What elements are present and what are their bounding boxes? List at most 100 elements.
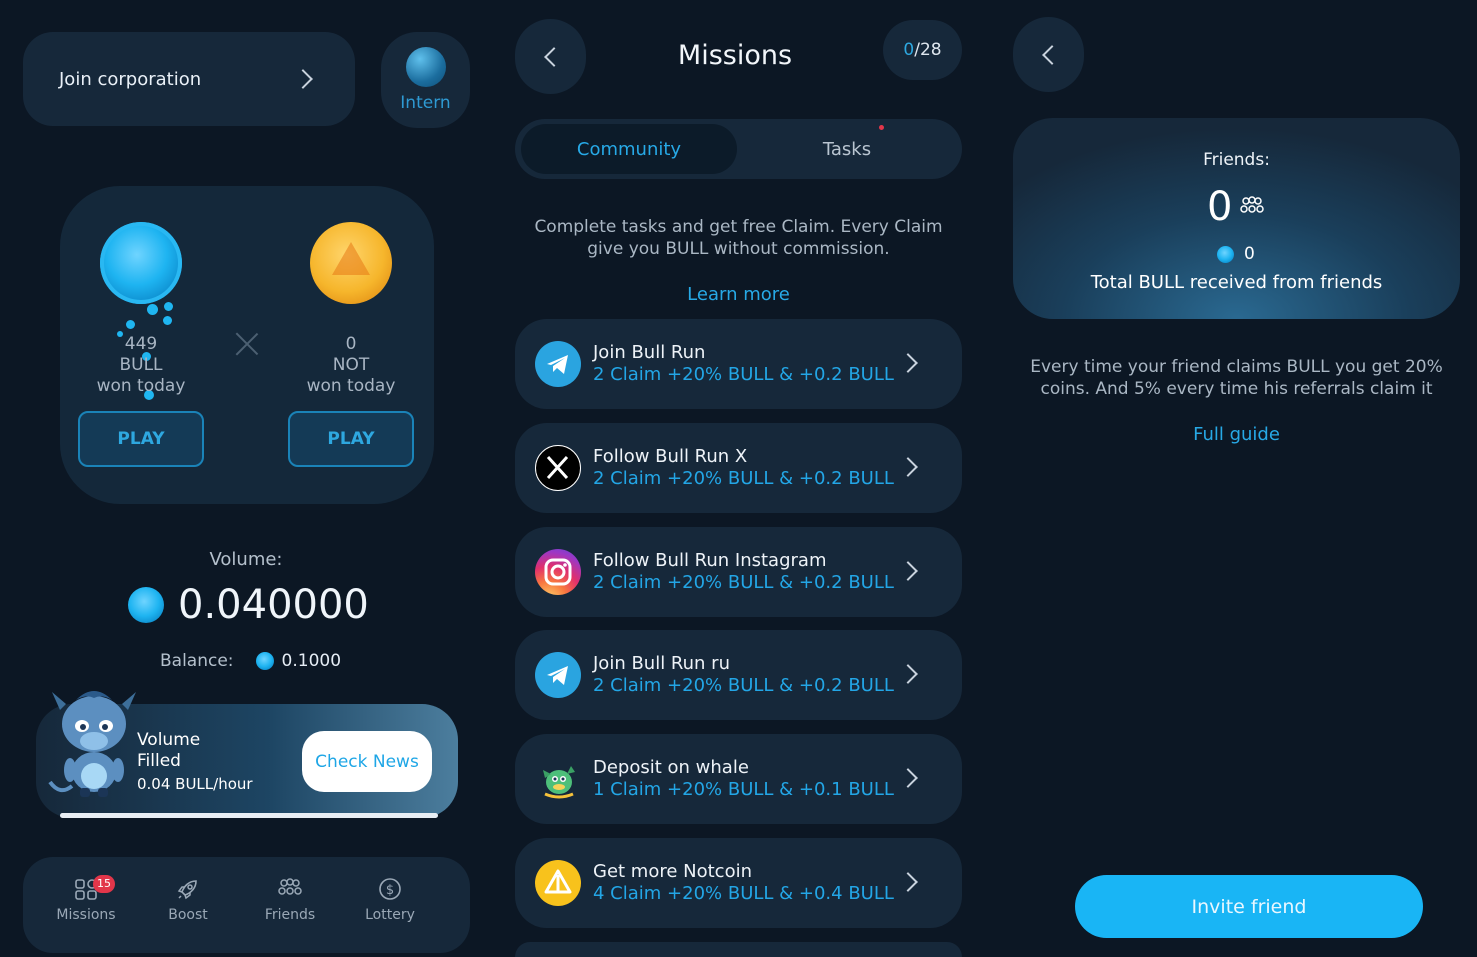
chevron-right-icon: [898, 664, 918, 684]
notcoin-coin-icon: [310, 222, 392, 304]
referral-description: Every time your friend claims BULL you g…: [1030, 357, 1443, 399]
news-card: Volume Filled 0.04 BULL/hour Check News: [36, 691, 458, 818]
friends-label: Friends:: [1203, 150, 1270, 170]
chevron-left-icon: [544, 47, 564, 67]
chevron-right-icon: [898, 872, 918, 892]
bull-coin-icon: [100, 222, 182, 304]
bubble-decoration: [147, 304, 158, 315]
balance-row: Balance: 0.1000: [160, 651, 341, 671]
full-guide-link[interactable]: Full guide: [1013, 424, 1460, 445]
nav-lottery-label: Lottery: [365, 907, 415, 923]
mission-title: Follow Bull Run Instagram: [593, 550, 827, 571]
rank-ball-icon: [405, 47, 446, 87]
news-rate: 0.04 BULL/hour: [137, 775, 253, 793]
nav-missions[interactable]: 15 Missions: [41, 875, 131, 923]
mission-tabs: Community Tasks: [515, 119, 962, 179]
mission-reward: 1 Claim +20% BULL & +0.1 BULL: [593, 779, 894, 800]
bull-received-row: 0: [1217, 244, 1255, 264]
svg-text:$: $: [386, 883, 394, 898]
play-bull-button[interactable]: PLAY: [78, 411, 204, 467]
not-caption: won today: [306, 376, 396, 396]
tab-community[interactable]: Community: [521, 124, 737, 174]
nav-boost[interactable]: Boost: [143, 877, 233, 923]
bull-coin-icon: [255, 652, 274, 670]
mission-item[interactable]: Join Bull Run ru 2 Claim +20% BULL & +0.…: [515, 630, 962, 720]
missions-counter: 0 /28: [883, 20, 962, 80]
news-line2: Filled: [137, 751, 181, 771]
tab-tasks[interactable]: Tasks: [739, 124, 955, 174]
mission-title: Follow Bull Run X: [593, 446, 748, 467]
app-screen: Join corporation Intern 449 BULL won tod…: [0, 0, 1477, 957]
mission-title: Deposit on whale: [593, 757, 749, 778]
bull-caption: won today: [96, 376, 186, 396]
nav-friends-label: Friends: [264, 907, 316, 923]
mission-item[interactable]: Deposit on whale 1 Claim +20% BULL & +0.…: [515, 734, 962, 824]
bull-coin-icon: [1217, 245, 1234, 263]
play-not-button[interactable]: PLAY: [288, 411, 414, 467]
bull-game-stat: 449 BULL won today: [71, 334, 211, 397]
counter-total: /28: [914, 40, 942, 60]
mission-reward: 2 Claim +20% BULL & +0.2 BULL: [593, 468, 894, 489]
nav-boost-label: Boost: [168, 907, 208, 923]
join-corporation-button[interactable]: Join corporation: [23, 32, 355, 126]
mission-title: Join Bull Run: [593, 342, 706, 363]
whale-icon: [535, 756, 581, 802]
volume-progress-fill: [60, 813, 438, 818]
invite-friend-button[interactable]: Invite friend: [1075, 875, 1423, 938]
mission-item[interactable]: Follow Bull Run Instagram 2 Claim +20% B…: [515, 527, 962, 617]
x-icon: [535, 445, 581, 491]
notcoin-icon: [535, 860, 581, 906]
volume-progress-bar: [60, 813, 438, 818]
not-game-stat: 0 NOT won today: [281, 334, 421, 397]
not-currency: NOT: [332, 355, 370, 375]
friends-icon: [278, 878, 302, 895]
mission-reward: 2 Claim +20% BULL & +0.2 BULL: [593, 675, 894, 696]
rank-label: Intern: [400, 93, 451, 113]
rank-button[interactable]: Intern: [381, 32, 470, 128]
telegram-icon: [535, 652, 581, 698]
learn-more-link[interactable]: Learn more: [515, 284, 962, 305]
bull-coin-icon: [128, 587, 164, 623]
games-card: 449 BULL won today 0 NOT won today PLAY …: [60, 186, 434, 504]
bubble-decoration: [164, 302, 173, 311]
tab-tasks-label: Tasks: [822, 138, 872, 160]
mission-item[interactable]: Get more Notcoin 4 Claim +20% BULL & +0.…: [515, 838, 962, 928]
missions-intro: Complete tasks and get free Claim. Every…: [534, 217, 943, 259]
bubble-decoration: [163, 316, 172, 325]
mission-title: Get more Notcoin: [593, 861, 753, 882]
back-button[interactable]: [1013, 17, 1084, 92]
versus-icon: [235, 332, 259, 356]
mission-item-partial[interactable]: [515, 942, 962, 957]
total-bull-label: Total BULL received from friends: [1090, 272, 1383, 293]
balance-value: 0.1000: [281, 651, 342, 671]
chevron-right-icon: [898, 561, 918, 581]
chevron-right-icon: [898, 353, 918, 373]
chevron-right-icon: [898, 457, 918, 477]
counter-current: 0: [903, 40, 915, 60]
bubble-decoration: [126, 320, 135, 329]
nav-lottery[interactable]: $ Lottery: [345, 877, 435, 923]
bull-received-value: 0: [1244, 244, 1255, 264]
page-title: Missions: [677, 40, 793, 71]
friends-summary-card: Friends: 0 0 Total BULL received from fr…: [1013, 118, 1460, 319]
check-news-button[interactable]: Check News: [302, 731, 432, 792]
telegram-icon: [535, 341, 581, 387]
chevron-right-icon: [293, 69, 313, 89]
mission-reward: 2 Claim +20% BULL & +0.2 BULL: [593, 364, 894, 385]
mission-reward: 4 Claim +20% BULL & +0.4 BULL: [593, 883, 894, 904]
back-button[interactable]: [515, 19, 586, 94]
chevron-left-icon: [1042, 45, 1062, 65]
mission-item[interactable]: Join Bull Run 2 Claim +20% BULL & +0.2 B…: [515, 319, 962, 409]
nav-friends[interactable]: Friends: [245, 877, 335, 923]
join-corporation-label: Join corporation: [59, 68, 202, 90]
volume-value-row: 0.040000: [128, 582, 369, 628]
not-won-count: 0: [345, 334, 357, 354]
news-text: Volume Filled 0.04 BULL/hour: [137, 730, 253, 795]
dollar-icon: $: [379, 878, 401, 900]
friends-count: 0: [1207, 184, 1233, 230]
balance-label: Balance:: [160, 651, 234, 671]
mission-item[interactable]: Follow Bull Run X 2 Claim +20% BULL & +0…: [515, 423, 962, 513]
rocket-icon: [177, 880, 197, 900]
instagram-icon: [535, 549, 581, 595]
volume-value: 0.040000: [178, 582, 369, 628]
